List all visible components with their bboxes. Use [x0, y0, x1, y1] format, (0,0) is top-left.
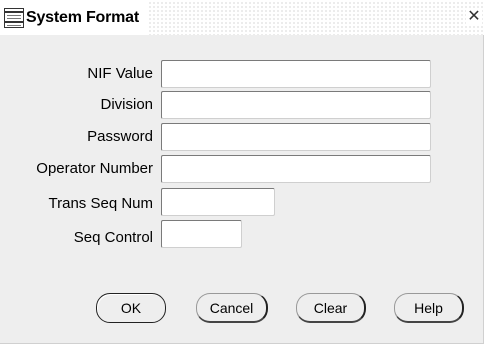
window-title: System Format: [26, 8, 139, 26]
help-button[interactable]: Help: [394, 293, 464, 323]
system-format-window: System Format ✕ NIF Value Division Passw…: [0, 0, 484, 344]
title-area: System Format: [0, 0, 147, 35]
clear-button[interactable]: Clear: [296, 293, 366, 323]
operator-number-label: Operator Number: [36, 160, 153, 177]
ok-button[interactable]: OK: [96, 293, 166, 323]
seq-control-input[interactable]: [161, 220, 242, 248]
cancel-button[interactable]: Cancel: [196, 293, 268, 323]
division-label: Division: [100, 96, 153, 113]
password-label: Password: [87, 128, 153, 145]
operator-number-input[interactable]: [161, 155, 431, 183]
password-input[interactable]: [161, 123, 431, 151]
form-window-icon: [4, 7, 24, 28]
trans-seq-num-label: Trans Seq Num: [48, 195, 153, 212]
seq-control-label: Seq Control: [73, 229, 153, 246]
trans-seq-num-input[interactable]: [161, 188, 275, 216]
title-bar[interactable]: System Format ✕: [0, 0, 484, 35]
nif-value-label: NIF Value: [87, 65, 153, 82]
nif-value-input[interactable]: [161, 60, 431, 88]
division-input[interactable]: [161, 91, 431, 119]
close-icon[interactable]: ✕: [466, 9, 482, 25]
